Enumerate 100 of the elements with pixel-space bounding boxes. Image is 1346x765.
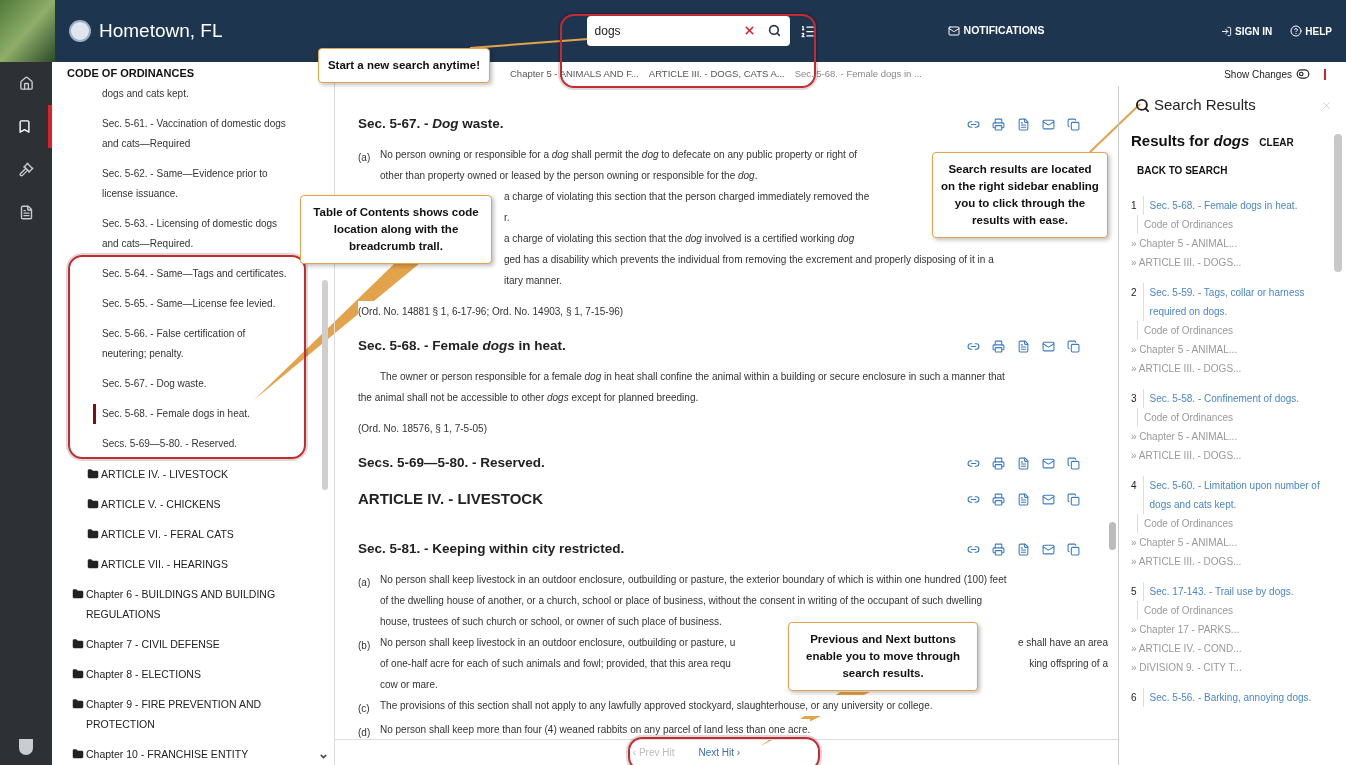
scrollbar-thumb[interactable] — [1109, 522, 1116, 550]
toc-item[interactable]: ARTICLE V. - CHICKENS — [87, 493, 221, 514]
folder-icon — [72, 637, 84, 650]
section-heading: Sec. 5-67. - Dog waste. — [358, 114, 504, 133]
toc-item[interactable]: dogs and cats kept. — [102, 83, 292, 104]
shield-icon — [19, 739, 33, 755]
toc-item[interactable]: Sec. 5-66. - False certification of neutering; penalty. — [102, 323, 292, 364]
alert-marker — [1324, 68, 1326, 80]
article-heading: ARTICLE IV. - LIVESTOCK — [358, 488, 544, 509]
print-icon[interactable] — [992, 492, 1005, 506]
paragraph-label: (a) — [358, 152, 371, 163]
section-heading: Sec. 5-68. - Female dogs in heat. — [358, 336, 566, 355]
breadcrumb-link[interactable]: Sec. 5-68. - Female dogs in ... — [794, 66, 922, 82]
toc-item[interactable]: ARTICLE IV. - LIVESTOCK — [87, 463, 229, 484]
print-icon[interactable] — [992, 456, 1005, 470]
email-icon[interactable] — [1042, 492, 1055, 506]
list-icon[interactable] — [799, 23, 815, 39]
result-link[interactable]: Sec. 5-60. - Limitation upon number of dogs and cats kept. — [1142, 475, 1328, 514]
toc-item[interactable]: Sec. 5-61. - Vaccination of domestic dogs and cats—Required — [102, 113, 292, 154]
email-icon[interactable] — [1042, 542, 1055, 556]
next-hit-button[interactable]: Next Hit › — [698, 745, 741, 760]
result-path: Code of Ordinances — [1137, 214, 1233, 234]
result-number: 6 — [1131, 690, 1137, 705]
print-icon[interactable] — [992, 542, 1005, 556]
search-field[interactable]: dogs — [586, 16, 790, 46]
document-icon[interactable] — [1017, 339, 1030, 353]
toc-item[interactable]: Sec. 5-63. - Licensing of domestic dogs and cats—Required. — [102, 213, 292, 254]
result-path: Code of Ordinances — [1137, 320, 1233, 340]
toc-item[interactable]: Secs. 5-69—5-80. - Reserved. — [102, 433, 292, 454]
paragraph-label: (b) — [358, 640, 371, 651]
toc-item[interactable]: ARTICLE VII. - HEARINGS — [87, 553, 228, 574]
result-link[interactable]: Sec. 17-143. - Trail use by dogs. — [1142, 581, 1294, 601]
email-icon[interactable] — [1042, 339, 1055, 353]
paragraph-label: (d) — [358, 727, 371, 738]
email-icon[interactable] — [1042, 456, 1055, 470]
scrollbar-thumb[interactable] — [1334, 134, 1342, 272]
search-icon — [1135, 97, 1150, 113]
section-heading: Secs. 5-69—5-80. - Reserved. — [358, 453, 545, 472]
back-to-search-link[interactable]: BACK TO SEARCH — [1137, 162, 1328, 178]
print-icon[interactable] — [992, 339, 1005, 353]
help-link[interactable]: HELP — [1290, 23, 1332, 39]
paragraph-label: (a) — [358, 577, 371, 588]
copy-icon[interactable] — [1067, 339, 1080, 353]
result-path: Code of Ordinances — [1137, 407, 1233, 427]
toc-item[interactable]: Sec. 5-62. - Same—Evidence prior to license issuance. — [102, 163, 292, 204]
site-title: Hometown, FL — [99, 18, 223, 43]
folder-icon — [72, 747, 84, 760]
sign-in-icon — [1221, 25, 1233, 37]
toc-item[interactable]: Chapter 9 - FIRE PREVENTION AND PROTECTION — [72, 693, 322, 734]
print-icon[interactable] — [992, 117, 1005, 131]
result-number: 5 — [1131, 584, 1137, 599]
toc-item[interactable]: Sec. 5-68. - Female dogs in heat. — [93, 403, 292, 424]
paragraph-label: (c) — [358, 703, 370, 714]
toc-item[interactable]: ARTICLE VI. - FERAL CATS — [87, 523, 234, 544]
folder-icon — [87, 497, 99, 510]
result-number: 3 — [1131, 391, 1137, 406]
callout-box: Previous and Next buttons enable you to move through search results. — [788, 622, 978, 691]
result-link[interactable]: Sec. 5-58. - Confinement of dogs. — [1142, 388, 1300, 408]
sidebar-title: Search Results — [1154, 94, 1256, 115]
document-icon[interactable] — [1017, 117, 1030, 131]
search-icon[interactable] — [767, 24, 781, 37]
notifications-link[interactable]: NOTIFICATIONS — [947, 23, 1045, 39]
copy-icon[interactable] — [1067, 456, 1080, 470]
folder-icon — [72, 587, 84, 600]
result-link[interactable]: Sec. 5-56. - Barking, annoying dogs. — [1142, 687, 1312, 707]
toggle-switch[interactable] — [1296, 67, 1310, 81]
section-heading: Sec. 5-81. - Keeping within city restricted. — [358, 539, 625, 558]
email-icon[interactable] — [1042, 117, 1055, 131]
result-link[interactable]: Sec. 5-68. - Female dogs in heat. — [1142, 195, 1298, 215]
clear-icon[interactable] — [742, 24, 756, 37]
result-path: » ARTICLE III. - DOGS... — [1131, 554, 1243, 569]
scrollbar-thumb[interactable] — [322, 280, 328, 490]
result-path: » Chapter 17 - PARKS... — [1131, 622, 1241, 637]
result-path: » ARTICLE III. - DOGS... — [1131, 361, 1243, 376]
toc-item[interactable]: Chapter 7 - CIVIL DEFENSE — [72, 633, 220, 654]
toc-item[interactable]: Chapter 6 - BUILDINGS AND BUILDING REGULATIONS — [72, 583, 322, 624]
clear-link[interactable]: CLEAR — [1259, 135, 1294, 150]
toc-item[interactable]: Sec. 5-65. - Same—License fee levied. — [102, 293, 292, 314]
help-icon — [1290, 25, 1303, 37]
copy-icon[interactable] — [1067, 492, 1080, 506]
bookmark-icon — [16, 119, 32, 134]
toc-item[interactable]: Chapter 10 - FRANCHISE ENTITY — [72, 743, 249, 764]
result-path: » Chapter 5 - ANIMAL... — [1131, 342, 1239, 357]
toc-item[interactable]: Sec. 5-64. - Same—Tags and certificates. — [102, 263, 292, 284]
document-icon[interactable] — [1017, 492, 1030, 506]
document-icon[interactable] — [1017, 456, 1030, 470]
toc-item[interactable]: Chapter 8 - ELECTIONS — [72, 663, 201, 684]
sign-in-link[interactable]: SIGN IN — [1221, 23, 1273, 39]
result-path: » Chapter 5 - ANIMAL... — [1131, 535, 1239, 550]
breadcrumb-link[interactable]: ARTICLE III. - DOGS, CATS A... — [648, 66, 785, 82]
toc-item[interactable]: Sec. 5-67. - Dog waste. — [102, 373, 292, 394]
folder-icon — [87, 527, 99, 540]
copy-icon[interactable] — [1067, 542, 1080, 556]
document-icon[interactable] — [1017, 542, 1030, 556]
copy-icon[interactable] — [1067, 117, 1080, 131]
result-path: » ARTICLE III. - DOGS... — [1131, 255, 1243, 270]
result-path: » Chapter 5 - ANIMAL... — [1131, 236, 1239, 251]
scroll-down-icon[interactable] — [319, 752, 328, 761]
result-path: Code of Ordinances — [1137, 600, 1233, 620]
result-link[interactable]: Sec. 5-59. - Tags, collar or harness required on dogs. — [1142, 282, 1328, 321]
